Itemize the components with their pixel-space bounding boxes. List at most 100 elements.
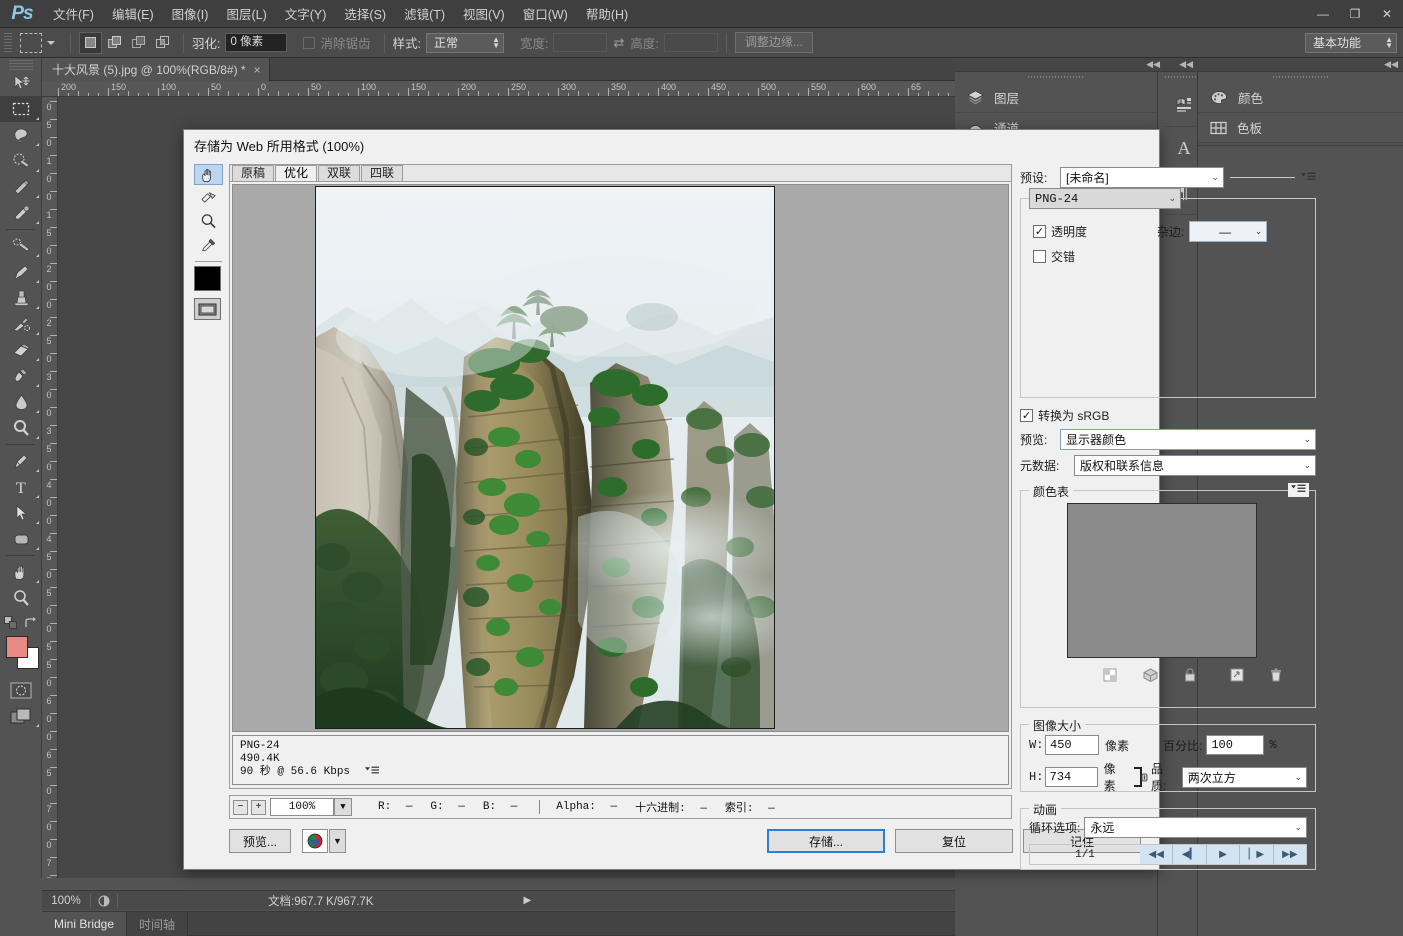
close-button[interactable]: ✕: [1371, 0, 1403, 27]
loop-select[interactable]: 永远 ⌄: [1084, 817, 1307, 838]
preset-menu-icon[interactable]: [1301, 171, 1316, 185]
menu-help[interactable]: 帮助(H): [577, 0, 637, 27]
color-table-menu-icon[interactable]: [1288, 483, 1309, 497]
tab-timeline[interactable]: 时间轴: [127, 912, 189, 936]
foreground-color-swatch[interactable]: [6, 636, 28, 658]
browser-preview-button[interactable]: [302, 829, 328, 853]
maximize-button[interactable]: ❐: [1339, 0, 1371, 27]
tool-preset-chevron-icon[interactable]: [47, 40, 55, 45]
tools-panel-grip[interactable]: [0, 58, 41, 70]
dialog-eyedropper-color-swatch[interactable]: [194, 266, 221, 291]
zoom-level-chevron-icon[interactable]: ▼: [334, 798, 352, 816]
convert-srgb-checkbox[interactable]: ✓: [1020, 409, 1033, 422]
dock-collapse-left[interactable]: ◀◀: [955, 58, 1165, 72]
preview-viewport[interactable]: [232, 184, 1009, 732]
dock-collapse-right[interactable]: ◀◀: [1198, 58, 1403, 72]
history-brush-tool[interactable]: [0, 311, 42, 337]
quality-select[interactable]: 两次立方 ⌄: [1181, 766, 1307, 788]
status-expand-arrow-icon[interactable]: ▶: [524, 895, 550, 906]
metadata-select[interactable]: 版权和联系信息 ⌄: [1074, 455, 1316, 476]
zoom-tool[interactable]: [0, 585, 42, 611]
current-tool-icon[interactable]: [20, 32, 42, 53]
browser-preview-chevron-icon[interactable]: ▼: [329, 829, 346, 853]
document-tab[interactable]: 十大风景 (5).jpg @ 100%(RGB/8#) * ×: [42, 58, 270, 81]
preset-select[interactable]: [未命名] ⌄: [1060, 167, 1224, 188]
swap-dimensions-icon[interactable]: ⇄: [613, 35, 624, 51]
panel-drag-handle[interactable]: [1165, 72, 1197, 83]
path-selection-tool[interactable]: [0, 500, 42, 526]
brush-tool[interactable]: [0, 259, 42, 285]
menu-edit[interactable]: 编辑(E): [103, 0, 163, 27]
reset-button[interactable]: 复位: [895, 829, 1013, 853]
tab-mini-bridge[interactable]: Mini Bridge: [42, 912, 128, 936]
panel-tab-color[interactable]: 颜色: [1198, 83, 1403, 113]
new-color-icon[interactable]: [1230, 668, 1244, 688]
color-table-swatches[interactable]: [1067, 503, 1257, 658]
menu-filter[interactable]: 滤镜(T): [395, 0, 454, 27]
menu-image[interactable]: 图像(I): [163, 0, 218, 27]
play-button[interactable]: ▶: [1206, 845, 1241, 864]
transparency-checkbox[interactable]: ✓: [1033, 225, 1046, 238]
width-input[interactable]: 450: [1045, 735, 1099, 755]
intersect-selection-button[interactable]: [151, 32, 174, 54]
close-icon[interactable]: ×: [254, 63, 261, 77]
eraser-tool[interactable]: [0, 337, 42, 363]
matte-select[interactable]: — ⌄: [1189, 221, 1268, 242]
rectangular-marquee-tool[interactable]: [0, 96, 42, 122]
tab-2-up[interactable]: 双联: [318, 165, 361, 181]
move-tool[interactable]: [0, 70, 42, 96]
menu-select[interactable]: 选择(S): [335, 0, 395, 27]
height-input[interactable]: [663, 33, 718, 52]
web-shift-icon[interactable]: [1143, 668, 1158, 688]
panel-tab-swatches[interactable]: 色板: [1198, 113, 1403, 143]
style-select[interactable]: 正常 ▲ ▼: [425, 32, 504, 53]
lasso-tool[interactable]: [0, 122, 42, 148]
preview-mode-select[interactable]: 显示器颜色 ⌄: [1060, 429, 1316, 450]
dock-collapse-mid[interactable]: ◀◀: [1165, 58, 1198, 72]
prev-frame-button[interactable]: ◀▎: [1173, 845, 1207, 864]
quick-selection-tool[interactable]: [0, 148, 42, 174]
menu-file[interactable]: 文件(F): [44, 0, 103, 27]
clone-stamp-tool[interactable]: [0, 285, 42, 311]
type-tool[interactable]: T: [0, 474, 42, 500]
pen-tool[interactable]: [0, 448, 42, 474]
add-to-selection-button[interactable]: [103, 32, 126, 54]
lock-icon[interactable]: [1184, 668, 1196, 688]
interlace-checkbox[interactable]: [1033, 250, 1046, 263]
menu-view[interactable]: 视图(V): [454, 0, 514, 27]
dialog-hand-tool[interactable]: [194, 164, 223, 185]
dialog-eyedropper-tool[interactable]: [194, 233, 223, 257]
refine-edge-button[interactable]: 调整边缘...: [734, 32, 813, 53]
height-input[interactable]: 734: [1044, 767, 1098, 787]
swap-colors-icon[interactable]: [24, 617, 38, 629]
format-select[interactable]: PNG-24 ⌄: [1029, 188, 1181, 209]
feather-input[interactable]: 0 像素: [225, 33, 288, 52]
tab-4-up[interactable]: 四联: [361, 165, 404, 181]
first-frame-button[interactable]: ◀◀: [1140, 845, 1174, 864]
tab-original[interactable]: 原稿: [232, 165, 275, 181]
link-icon[interactable]: [1133, 766, 1149, 788]
panel-drag-handle[interactable]: [955, 72, 1157, 83]
screen-mode-toggle[interactable]: [0, 703, 42, 729]
rounded-rectangle-tool[interactable]: [0, 526, 42, 552]
transparency-icon[interactable]: [1103, 668, 1117, 688]
crop-tool[interactable]: [0, 174, 42, 200]
antialias-checkbox[interactable]: [303, 36, 316, 49]
status-zoom-level[interactable]: 100%: [42, 895, 90, 907]
dialog-slice-select-tool[interactable]: [194, 185, 223, 209]
save-button[interactable]: 存储...: [767, 829, 885, 853]
panel-drag-handle[interactable]: [1198, 72, 1403, 83]
menu-layer[interactable]: 图层(L): [217, 0, 275, 27]
zoom-in-button[interactable]: +: [251, 799, 266, 815]
gradient-tool[interactable]: [0, 363, 42, 389]
subtract-from-selection-button[interactable]: [127, 32, 150, 54]
menu-type[interactable]: 文字(Y): [276, 0, 336, 27]
panel-tab-layers[interactable]: 图层: [955, 83, 1157, 113]
blur-tool[interactable]: [0, 389, 42, 415]
workspace-select[interactable]: 基本功能 ▲ ▼: [1305, 32, 1397, 53]
tab-optimized[interactable]: 优化: [275, 165, 318, 181]
trash-icon[interactable]: [1270, 668, 1282, 688]
zoom-out-button[interactable]: −: [233, 799, 248, 815]
minimize-button[interactable]: —: [1307, 0, 1339, 27]
dialog-zoom-tool[interactable]: [194, 209, 223, 233]
